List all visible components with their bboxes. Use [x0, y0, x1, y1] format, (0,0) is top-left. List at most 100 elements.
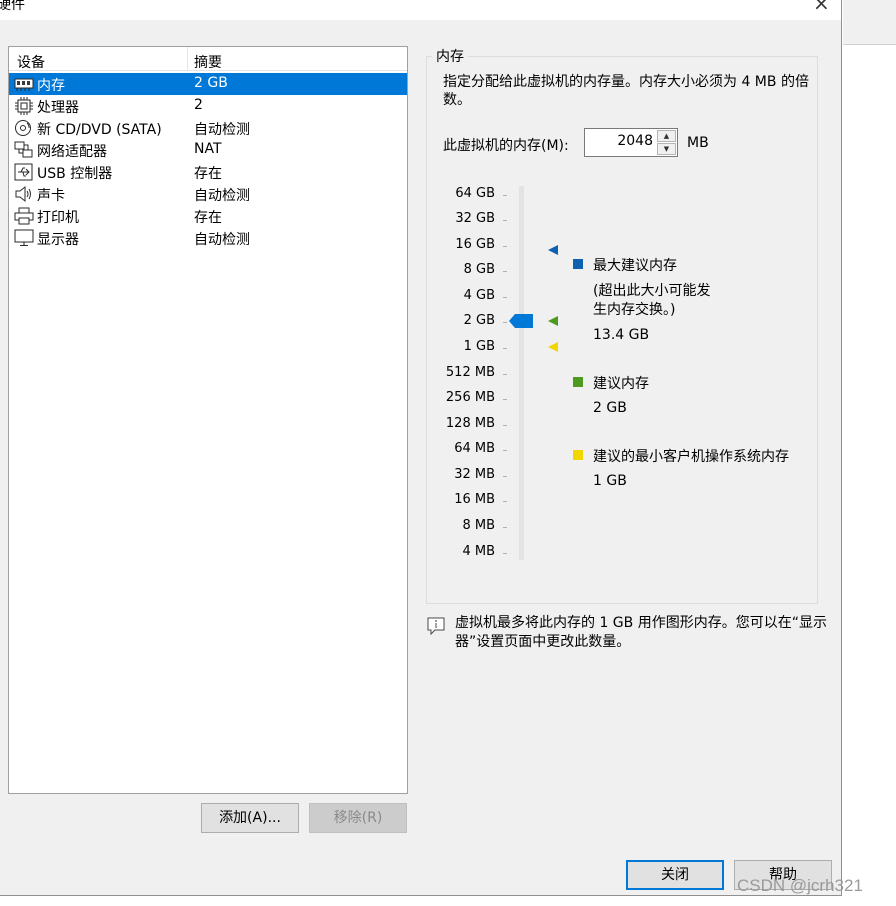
column-header-summary[interactable]: 摘要	[194, 52, 222, 72]
recommended-swatch	[573, 377, 583, 387]
title-bar: 硬件 ×	[0, 0, 841, 20]
device-row-processor[interactable]: 处理器 2	[9, 95, 407, 117]
stepper-up-icon[interactable]: ▲	[657, 130, 676, 142]
memory-field-label: 此虚拟机的内存(M):	[443, 138, 569, 154]
scale-tick	[503, 476, 507, 477]
device-summary: 自动检测	[194, 188, 250, 204]
max-recommended-swatch	[573, 259, 583, 269]
scale-tick	[503, 322, 507, 323]
column-separator[interactable]	[187, 47, 188, 70]
device-summary: 2 GB	[194, 75, 228, 91]
scale-tick	[503, 195, 507, 196]
scale-label: 32 MB	[454, 467, 495, 482]
memory-slider-thumb[interactable]	[509, 314, 533, 328]
device-summary: 2	[194, 97, 203, 113]
display-icon	[14, 229, 34, 246]
max-recommended-marker-icon	[548, 245, 558, 255]
scale-label: 64 MB	[454, 441, 495, 456]
graphics-memory-info: 虚拟机最多将此内存的 1 GB 用作图形内存。您可以在“显示器”设置页面中更改此…	[455, 615, 827, 650]
memory-slider-track[interactable]	[519, 186, 524, 560]
min-guest-swatch	[573, 450, 583, 460]
scale-tick	[503, 348, 507, 349]
processor-icon	[15, 97, 33, 115]
device-name: USB 控制器	[37, 166, 113, 182]
background-window	[843, 0, 896, 45]
scale-label: 1 GB	[463, 339, 495, 354]
scale-tick	[503, 374, 507, 375]
close-window-icon[interactable]: ×	[813, 0, 830, 15]
scale-tick	[503, 399, 507, 400]
device-name: 新 CD/DVD (SATA)	[37, 122, 162, 138]
close-button[interactable]: 关闭	[626, 860, 724, 890]
device-list-header: 设备 摘要	[9, 47, 407, 71]
min-guest-value: 1 GB	[593, 473, 627, 489]
device-row-usb-controller[interactable]: USB 控制器 存在	[9, 161, 407, 183]
device-name: 打印机	[37, 210, 79, 226]
recommended-label: 建议内存	[593, 376, 649, 392]
info-icon	[427, 617, 445, 635]
memory-group-title: 内存	[432, 46, 468, 66]
recommended-marker-icon	[548, 316, 558, 326]
scale-tick	[503, 220, 507, 221]
device-row-cd-dvd[interactable]: 新 CD/DVD (SATA) 自动检测	[9, 117, 407, 139]
stepper-down-icon[interactable]: ▼	[657, 143, 676, 155]
scale-label: 32 GB	[455, 211, 495, 226]
device-summary: 自动检测	[194, 122, 250, 138]
max-recommended-value: 13.4 GB	[593, 327, 650, 343]
scale-tick	[503, 425, 507, 426]
scale-tick	[503, 297, 507, 298]
scale-label: 2 GB	[463, 313, 495, 328]
max-recommended-label: 最大建议内存	[593, 258, 677, 274]
scale-tick	[503, 501, 507, 502]
device-name: 内存	[37, 78, 65, 94]
network-adapter-icon	[14, 141, 33, 158]
scale-label: 8 GB	[463, 262, 495, 277]
device-list: 设备 摘要 内存 2 GB 处理器 2 新 CD/DVD (SATA) 自动检测…	[8, 46, 408, 794]
scale-label: 4 MB	[462, 544, 495, 559]
scale-tick	[503, 271, 507, 272]
scale-label: 128 MB	[445, 416, 495, 431]
scale-tick	[503, 450, 507, 451]
add-device-button[interactable]: 添加(A)...	[201, 803, 299, 833]
memory-stepper[interactable]: 2048 ▲ ▼	[584, 128, 678, 157]
device-summary: 存在	[194, 210, 222, 226]
min-guest-label: 建议的最小客户机操作系统内存	[593, 449, 789, 465]
scale-label: 16 GB	[455, 237, 495, 252]
scale-label: 16 MB	[454, 492, 495, 507]
usb-controller-icon	[14, 163, 33, 181]
max-recommended-note: (超出此大小可能发生内存交换。)	[593, 283, 711, 318]
sound-card-icon	[15, 185, 31, 203]
memory-description: 指定分配给此虚拟机的内存量。内存大小必须为 4 MB 的倍数。	[443, 74, 809, 108]
device-summary: 存在	[194, 166, 222, 182]
device-name: 声卡	[37, 188, 65, 204]
scale-label: 512 MB	[445, 365, 495, 380]
scale-label: 64 GB	[455, 186, 495, 201]
memory-unit: MB	[687, 135, 709, 151]
hardware-dialog: 硬件 × 设备 摘要 内存 2 GB 处理器 2 新 CD/DVD (SATA)…	[0, 0, 842, 896]
printer-icon	[14, 207, 34, 225]
device-summary: NAT	[194, 141, 222, 157]
column-header-device[interactable]: 设备	[17, 52, 45, 72]
device-name: 网络适配器	[37, 144, 107, 160]
scale-tick	[503, 553, 507, 554]
watermark: CSDN @jcrh321	[737, 876, 863, 895]
device-row-memory[interactable]: 内存 2 GB	[9, 73, 407, 95]
memory-icon	[14, 78, 34, 91]
device-summary: 自动检测	[194, 232, 250, 248]
scale-label: 4 GB	[463, 288, 495, 303]
device-row-network-adapter[interactable]: 网络适配器 NAT	[9, 139, 407, 161]
cd-dvd-icon	[15, 120, 31, 136]
memory-value[interactable]: 2048	[617, 133, 653, 149]
device-row-display[interactable]: 显示器 自动检测	[9, 227, 407, 249]
remove-device-button[interactable]: 移除(R)	[309, 803, 407, 833]
recommended-value: 2 GB	[593, 400, 627, 416]
min-guest-marker-icon	[548, 342, 558, 352]
scale-tick	[503, 246, 507, 247]
device-row-printer[interactable]: 打印机 存在	[9, 205, 407, 227]
device-name: 处理器	[37, 100, 79, 116]
device-row-sound-card[interactable]: 声卡 自动检测	[9, 183, 407, 205]
window-title: 硬件	[0, 0, 25, 13]
scale-tick	[503, 527, 507, 528]
scale-label: 8 MB	[462, 518, 495, 533]
scale-label: 256 MB	[445, 390, 495, 405]
